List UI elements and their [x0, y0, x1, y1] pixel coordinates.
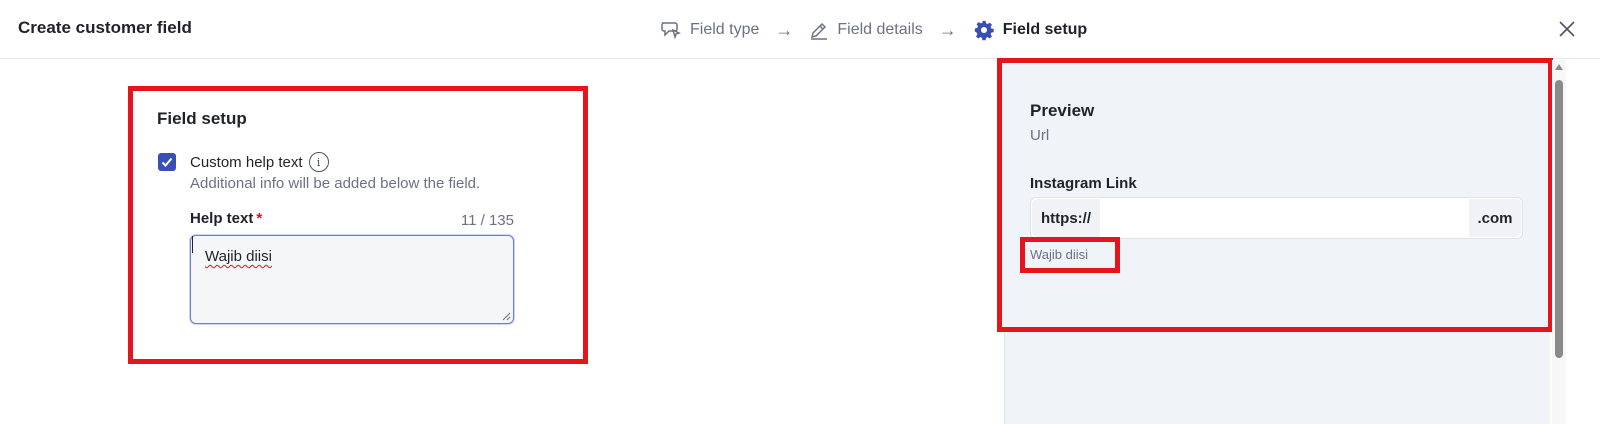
pencil-icon	[809, 20, 829, 40]
preview-url-input[interactable]: https:// .com	[1030, 197, 1523, 239]
text-caret	[192, 236, 193, 253]
preview-section: Preview Url Instagram Link https:// .com…	[997, 58, 1553, 332]
field-setup-section: Field setup Custom help text i Additiona…	[128, 86, 588, 364]
stepper: Field type → Field details → Field setup	[660, 16, 1087, 44]
resize-grip-icon[interactable]	[501, 311, 511, 321]
tag-cursor-icon	[660, 20, 682, 40]
modal-title: Create customer field	[18, 18, 192, 37]
check-icon	[161, 157, 173, 167]
close-icon	[1559, 21, 1575, 37]
custom-help-label-row: Custom help text i	[190, 152, 329, 172]
step-label: Field type	[690, 21, 760, 38]
custom-help-checkbox[interactable]	[158, 153, 176, 171]
step-arrow: →	[938, 19, 957, 40]
url-prefix: https://	[1032, 199, 1100, 237]
character-counter: 11 / 135	[460, 212, 514, 229]
close-button[interactable]	[1556, 18, 1578, 40]
url-suffix: .com	[1469, 199, 1521, 237]
custom-help-description: Additional info will be added below the …	[190, 175, 481, 192]
help-text-textarea[interactable]: Wajib diisi	[190, 235, 514, 324]
help-text-label: Help text *	[190, 210, 262, 227]
preview-field-type: Url	[1030, 127, 1050, 144]
step-label: Field setup	[1002, 21, 1088, 38]
required-marker: *	[256, 210, 263, 227]
help-text-value: Wajib diisi	[205, 248, 272, 265]
preview-help-text: Wajib diisi	[1030, 247, 1089, 262]
section-title: Field setup	[157, 109, 247, 128]
preview-field-label: Instagram Link	[1030, 175, 1137, 192]
gear-icon	[973, 19, 995, 41]
step-field-details[interactable]: Field details	[809, 20, 923, 40]
scroll-thumb[interactable]	[1555, 80, 1563, 358]
step-field-type[interactable]: Field type	[660, 20, 759, 40]
info-icon[interactable]: i	[308, 152, 329, 172]
modal-header: Create customer field Field type → Field…	[0, 0, 1600, 59]
scrollbar[interactable]	[1552, 60, 1566, 424]
step-arrow: →	[775, 19, 794, 40]
custom-help-label: Custom help text	[190, 153, 303, 171]
step-field-setup[interactable]: Field setup	[973, 19, 1087, 41]
scroll-up-arrow-icon[interactable]	[1555, 64, 1563, 70]
preview-title: Preview	[1030, 101, 1095, 120]
step-label: Field details	[837, 21, 923, 38]
help-text-label-text: Help text	[190, 210, 254, 227]
